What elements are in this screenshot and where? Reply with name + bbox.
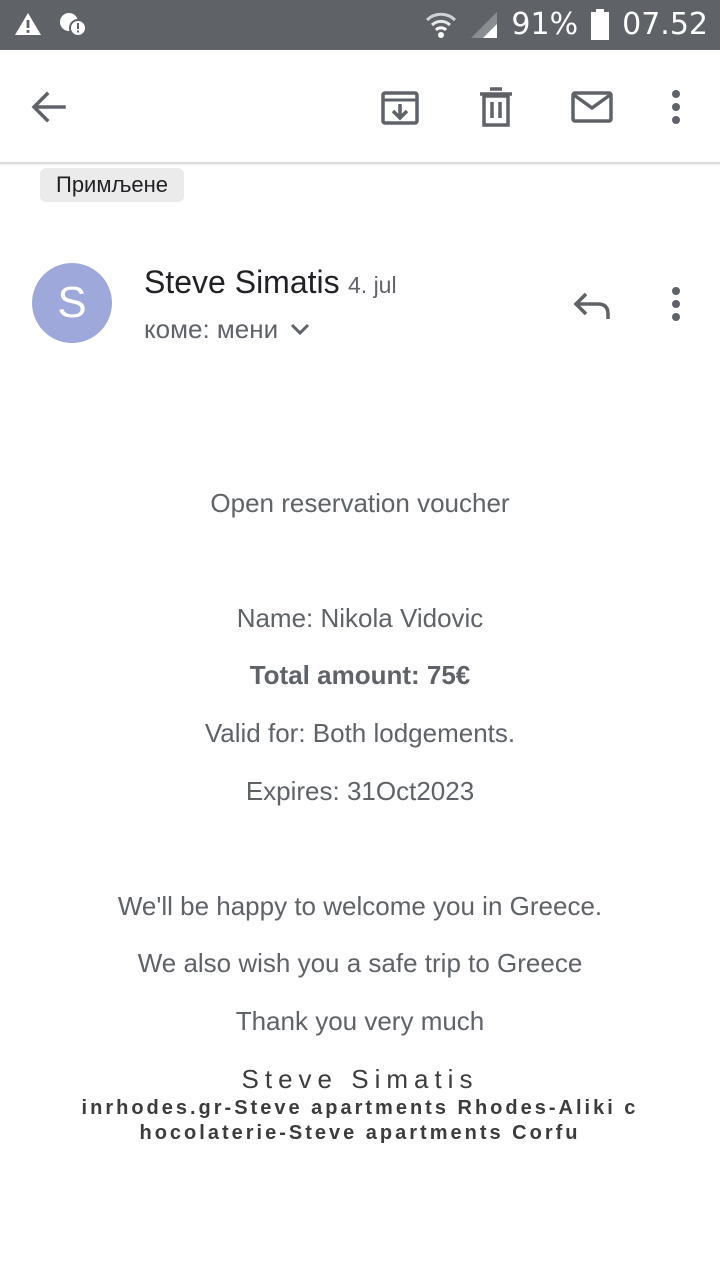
- avatar[interactable]: S: [32, 263, 112, 343]
- battery-icon: [590, 9, 610, 41]
- expiry-date: Expires: 31Oct2023: [245, 776, 475, 806]
- wifi-icon: [425, 10, 457, 40]
- signature-name: Steve Simatis: [241, 1064, 479, 1094]
- battery-percent: 91%: [511, 7, 579, 42]
- status-bar: 91% 07.52: [0, 0, 720, 50]
- signal-icon: [469, 10, 499, 40]
- email-date: 4. jul: [348, 272, 397, 298]
- clock: 07.52: [622, 7, 708, 42]
- safe-trip-text: We also wish you a safe trip to Greece: [137, 948, 583, 978]
- archive-icon: [381, 91, 419, 125]
- more-vert-icon: [672, 90, 680, 124]
- archive-button[interactable]: [376, 83, 424, 131]
- total-amount: Total amount: 75€: [249, 660, 471, 690]
- signature-line-2: hocolaterie-Steve apartments Corfu: [139, 1122, 581, 1144]
- thanks-text: Thank you very much: [235, 1006, 485, 1036]
- inbox-label-chip[interactable]: Примљене: [40, 168, 185, 202]
- back-arrow-icon: [31, 91, 66, 123]
- message-more-button[interactable]: [652, 280, 700, 328]
- delete-icon: [480, 87, 512, 127]
- reply-button[interactable]: [568, 282, 616, 330]
- back-button[interactable]: [24, 83, 72, 131]
- chevron-down-icon: [291, 323, 310, 336]
- mark-unread-button[interactable]: [568, 83, 616, 131]
- signature-line-1: inrhodes.gr-Steve apartments Rhodes-Alik…: [81, 1097, 639, 1119]
- reply-icon: [573, 292, 610, 319]
- sync-alert-icon: [58, 10, 88, 38]
- voucher-heading: Open reservation voucher: [210, 488, 510, 518]
- recipient-text: коме: мени: [144, 314, 279, 344]
- delete-button[interactable]: [472, 83, 520, 131]
- email-toolbar: [0, 50, 720, 164]
- sender-name[interactable]: Steve Simatis: [144, 262, 340, 302]
- guest-name: Name: Nikola Vidovic: [236, 603, 484, 633]
- welcome-text: We'll be happy to welcome you in Greece.: [117, 891, 603, 921]
- more-vert-icon: [672, 287, 680, 321]
- warning-icon: [14, 11, 42, 37]
- more-options-button[interactable]: [652, 83, 700, 131]
- mail-icon: [571, 91, 613, 123]
- recipient-details-toggle[interactable]: коме: мени: [144, 312, 310, 346]
- valid-for: Valid for: Both lodgements.: [204, 718, 516, 748]
